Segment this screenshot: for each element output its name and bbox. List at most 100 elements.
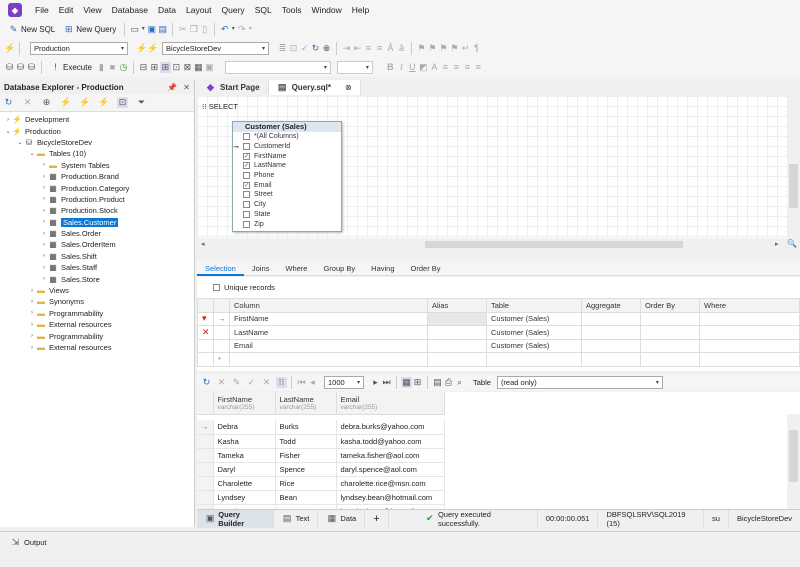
upper-icon[interactable]: Ā	[385, 43, 396, 54]
column-checkbox[interactable]: ✓	[243, 152, 250, 160]
entity-column[interactable]: Phone	[233, 171, 341, 181]
table-row[interactable]: Daryl Spence daryl.spence@aol.com	[197, 462, 445, 477]
tree-node[interactable]: › ▦ Sales.Customer	[0, 217, 194, 228]
subtab-where[interactable]: Where	[277, 261, 315, 276]
column-checkbox[interactable]	[243, 201, 250, 209]
new-sql-button[interactable]: ✎ New SQL	[4, 22, 59, 38]
unique-records-checkbox[interactable]: Unique records	[213, 283, 275, 292]
analyze-icon[interactable]: ⊗	[321, 43, 332, 54]
data-cell[interactable]: lyndsey.bean@hotmail.com	[336, 490, 445, 505]
data-cell[interactable]: kasha.todd@yahoo.com	[336, 434, 445, 449]
subtab-order-by[interactable]: Order By	[403, 261, 449, 276]
close-panel-icon[interactable]: ✕	[183, 83, 190, 92]
tree-node[interactable]: › ▦ Sales.Shift	[0, 251, 194, 262]
tree-node[interactable]: › ▬ System Tables	[0, 160, 194, 171]
data-cell[interactable]: Bean	[275, 490, 337, 505]
add-tab-button[interactable]: +	[365, 509, 389, 528]
entity-column[interactable]: City	[233, 200, 341, 210]
column-checkbox[interactable]	[243, 143, 250, 151]
data-header-lastname[interactable]: LastName varchar(255)	[275, 392, 337, 415]
diagram-hscrollbar[interactable]: ◂ ▸ 🔍	[197, 238, 800, 251]
tree-node[interactable]: › ▦ Production.Brand	[0, 171, 194, 182]
column-checkbox[interactable]	[243, 172, 250, 180]
first-page-icon[interactable]: ⏮	[296, 377, 307, 388]
expand-chevron-icon[interactable]: ›	[40, 162, 48, 168]
italic-icon[interactable]: I	[396, 62, 407, 73]
tree-node[interactable]: › ▬ External resources	[0, 342, 194, 353]
column-checkbox[interactable]	[243, 191, 250, 199]
layout-1-icon[interactable]: ⊟	[138, 62, 149, 73]
data-cell[interactable]: Kasha	[213, 434, 276, 449]
underline-icon[interactable]: U	[407, 62, 418, 73]
column-checkbox[interactable]	[243, 210, 250, 218]
text-tab[interactable]: ▤ Text	[274, 509, 319, 528]
data-tab[interactable]: ▦ Data	[318, 509, 366, 528]
expand-chevron-icon[interactable]: ›	[28, 288, 36, 294]
expand-chevron-icon[interactable]: ›	[28, 345, 36, 351]
col-header-aggregate[interactable]: Aggregate	[581, 298, 641, 313]
tree-node[interactable]: › ▬ External resources	[0, 319, 194, 330]
data-cell[interactable]: Tameka	[213, 448, 276, 463]
data-cell[interactable]: Daryl	[213, 462, 276, 477]
layout-4-icon[interactable]: ⊡	[171, 62, 182, 73]
execute-step-icon[interactable]: ▮	[96, 62, 107, 73]
save-icon[interactable]: ▣	[146, 24, 157, 35]
delete-icon[interactable]: ✕	[22, 97, 33, 108]
bookmark-clear-icon[interactable]: ⚑	[449, 43, 460, 54]
expand-chevron-icon[interactable]: ›	[28, 333, 36, 339]
stop-icon[interactable]: ■	[107, 62, 118, 73]
tree-node[interactable]: › ▬ Programmability	[0, 330, 194, 341]
scroll-right-icon[interactable]: ▸	[775, 240, 779, 248]
bookmark-prev-icon[interactable]: ⚑	[427, 43, 438, 54]
tree-node[interactable]: ⌄ ⛁ BicycleStoreDev	[0, 137, 194, 148]
column-checkbox[interactable]: ✓	[243, 162, 250, 170]
tree-node[interactable]: ⌄ ⚡ Production	[0, 125, 194, 136]
data-cell[interactable]: daryl.spence@aol.com	[336, 462, 445, 477]
table-row[interactable]: → Debra Burks debra.burks@yahoo.com	[197, 420, 445, 435]
expand-chevron-icon[interactable]: ›	[40, 253, 48, 259]
layout-7-icon[interactable]: ▣	[204, 62, 215, 73]
entity-column[interactable]: *(All Columns)	[233, 132, 341, 142]
new-connection-tree-icon[interactable]: ⚡	[60, 97, 71, 108]
database-select[interactable]: BicycleStoreDev ▾	[162, 42, 269, 55]
bookmark-icon[interactable]: ⊡	[288, 43, 299, 54]
menu-view[interactable]: View	[78, 5, 106, 15]
show-objects-icon[interactable]: ⊡	[117, 97, 128, 108]
tree-node[interactable]: › ▦ Production.Product	[0, 194, 194, 205]
tree-node[interactable]: ⌄ ▬ Tables (10)	[0, 148, 194, 159]
open-icon[interactable]: ▭	[129, 24, 140, 35]
col-header-orderby[interactable]: Order By	[640, 298, 700, 313]
redo-icon[interactable]: ↷	[236, 24, 247, 35]
subtab-group-by[interactable]: Group By	[315, 261, 363, 276]
table-row[interactable]: Kasha Todd kasha.todd@yahoo.com	[197, 434, 445, 449]
table-row[interactable]: Lyndsey Bean lyndsey.bean@hotmail.com	[197, 490, 445, 505]
layout-2-icon[interactable]: ⊞	[149, 62, 160, 73]
column-checkbox[interactable]: ✓	[243, 181, 250, 189]
data-vscrollbar[interactable]	[787, 414, 800, 509]
data-cell[interactable]: Rice	[275, 476, 337, 491]
expand-chevron-icon[interactable]: ›	[4, 117, 12, 123]
print-icon[interactable]: ⎙	[443, 377, 454, 388]
disconnect-icon[interactable]: ⚡	[147, 43, 158, 54]
tree-node[interactable]: › ▦ Sales.OrderItem	[0, 239, 194, 250]
expand-chevron-icon[interactable]: ›	[40, 174, 48, 180]
expand-chevron-icon[interactable]: ›	[40, 231, 48, 237]
next-page-icon[interactable]: ▸	[370, 377, 381, 388]
tree-node[interactable]: › ▦ Sales.Order	[0, 228, 194, 239]
discard-icon[interactable]: ✕	[261, 377, 272, 388]
expand-chevron-icon[interactable]: ›	[40, 196, 48, 202]
selection-row[interactable]: ▾ → FirstName Customer (Sales)	[197, 311, 800, 326]
paste-icon[interactable]: ▯	[199, 24, 210, 35]
refresh-icon[interactable]: ↻	[3, 97, 14, 108]
data-cell[interactable]: Burks	[275, 420, 337, 435]
copy-icon[interactable]: ❐	[188, 24, 199, 35]
bookmark-next-icon[interactable]: ⚑	[438, 43, 449, 54]
tab-start-page[interactable]: ◆ Start Page	[197, 80, 269, 95]
data-cell[interactable]: Fisher	[275, 448, 337, 463]
tree-node[interactable]: › ▦ Production.Stock	[0, 205, 194, 216]
redo-dropdown-icon[interactable]: ▾	[247, 24, 253, 35]
undo-icon[interactable]: ↶	[219, 24, 230, 35]
column-checkbox[interactable]	[243, 133, 250, 141]
table-select[interactable]: (read only) ▾	[496, 376, 663, 389]
lower-icon[interactable]: ā	[396, 43, 407, 54]
